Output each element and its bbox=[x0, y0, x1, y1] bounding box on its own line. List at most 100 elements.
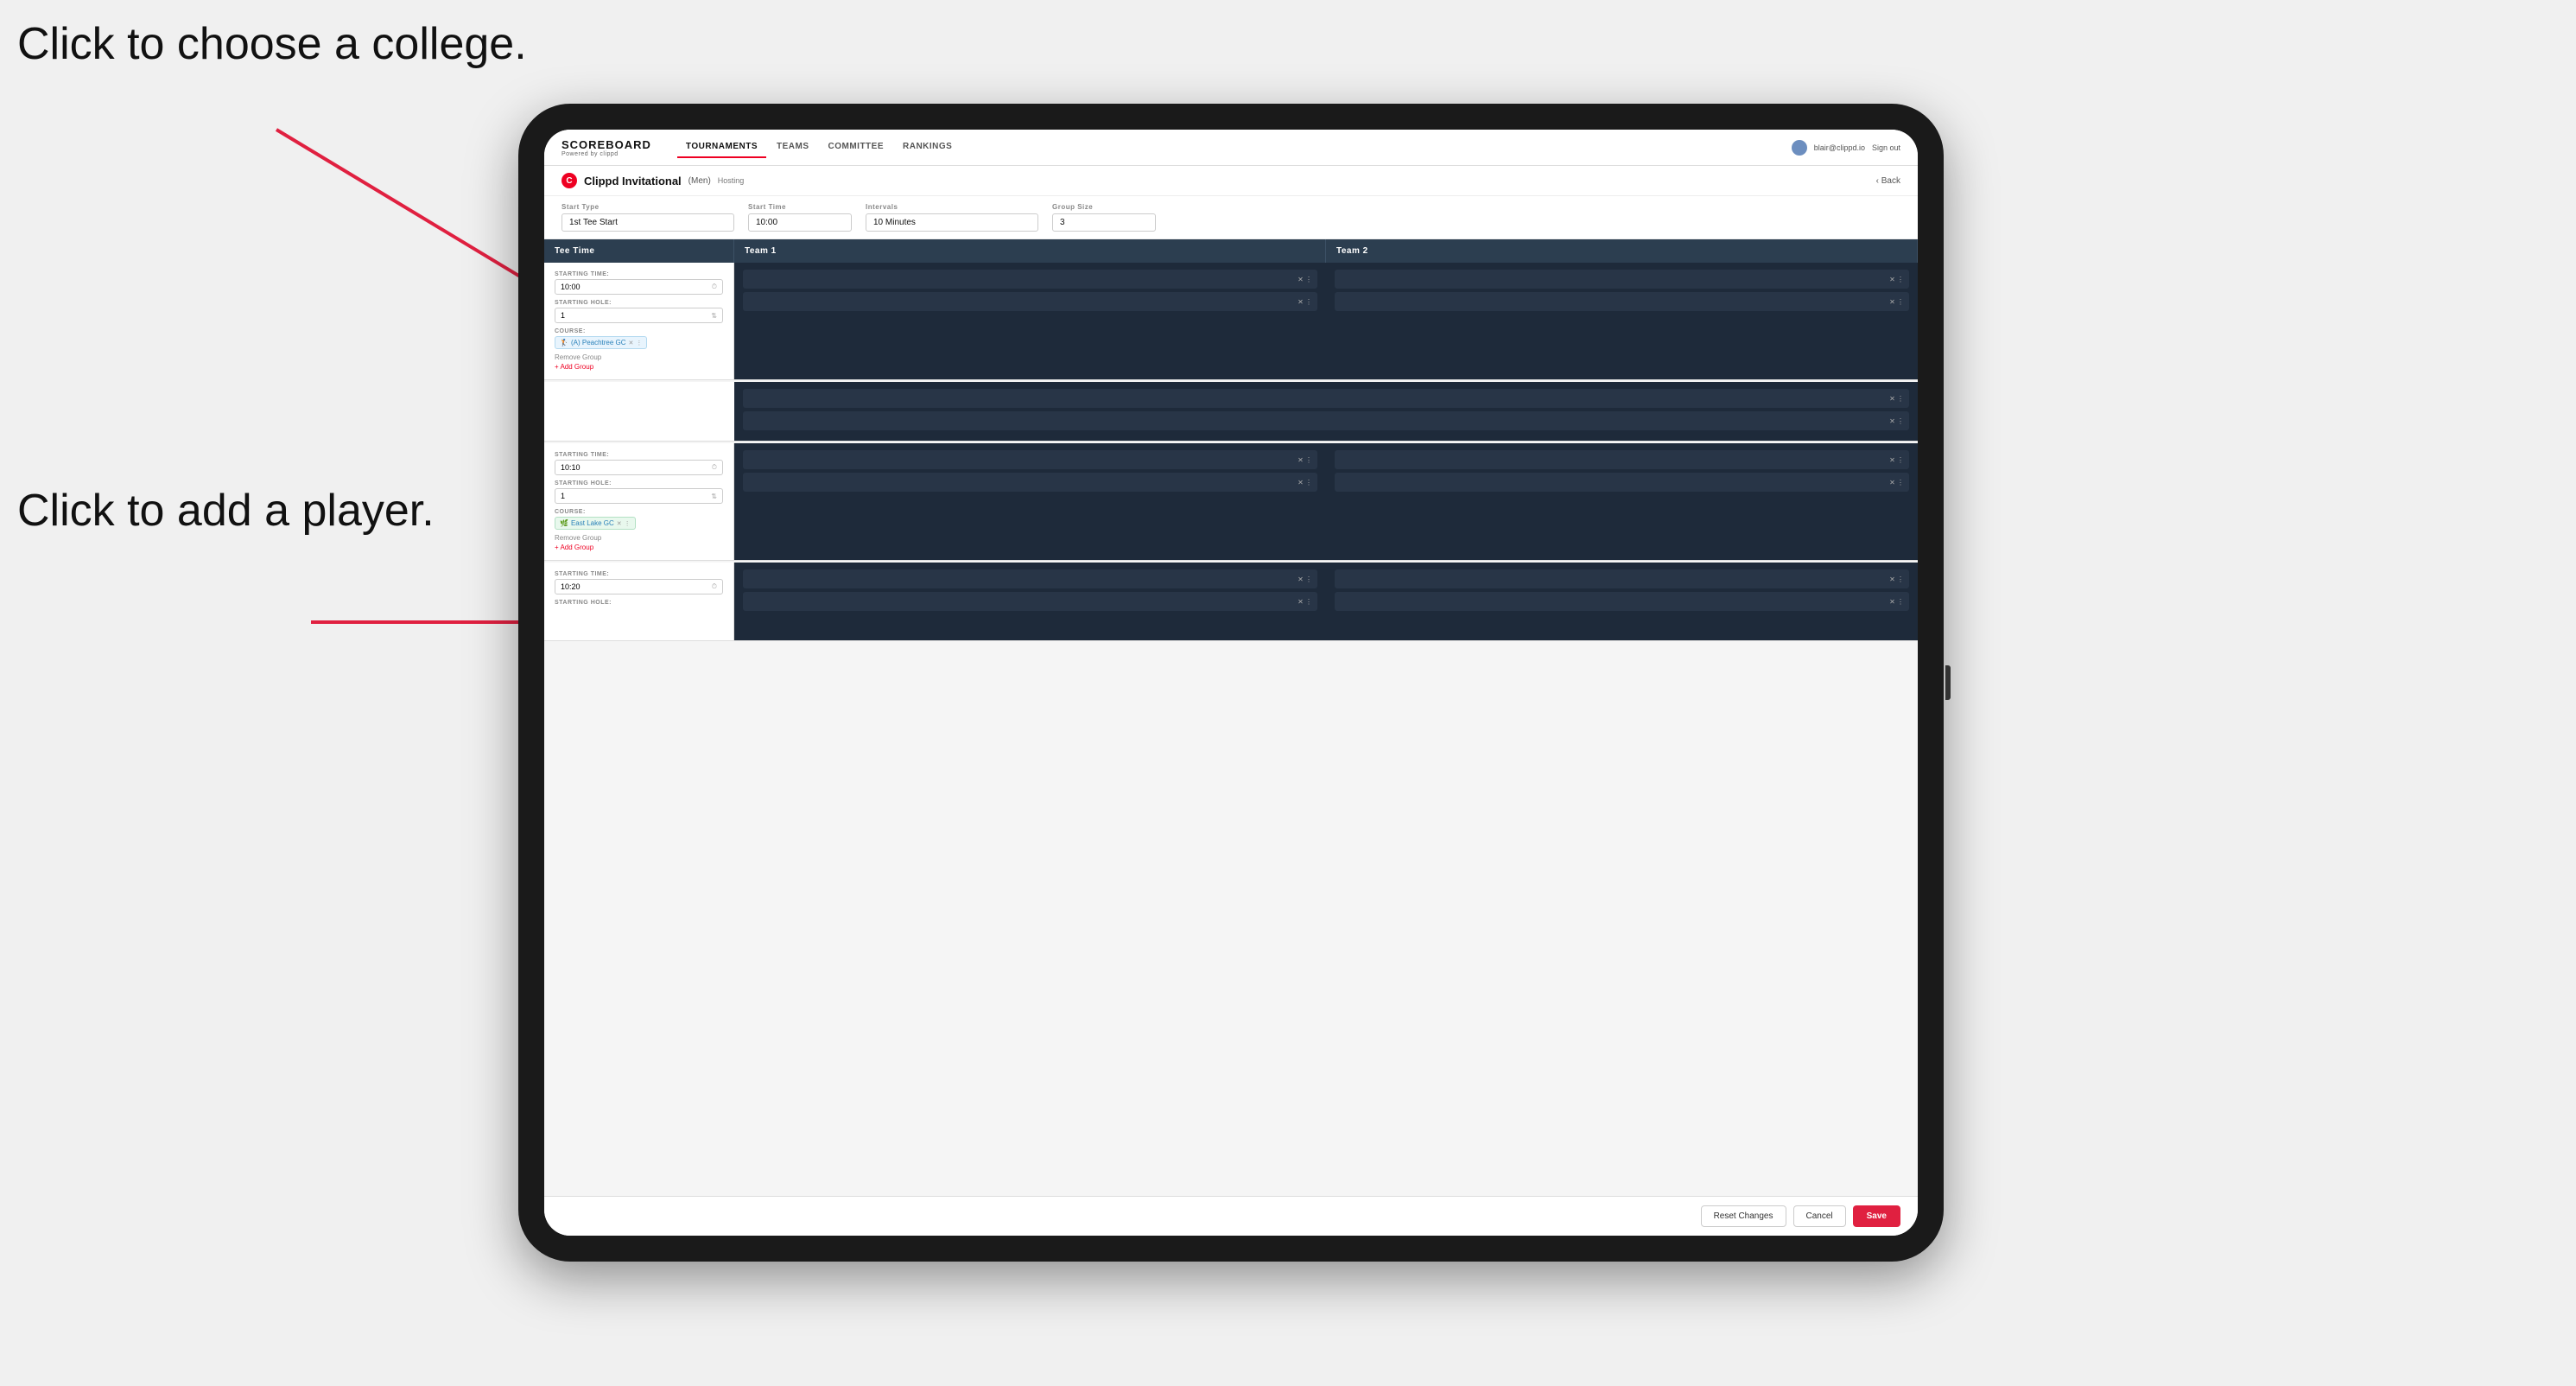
cancel-button[interactable]: Cancel bbox=[1793, 1205, 1846, 1227]
course-label-2: COURSE: bbox=[555, 509, 723, 515]
group-size-select[interactable]: 3 bbox=[1052, 213, 1156, 232]
user-email: blair@clippd.io bbox=[1814, 143, 1865, 152]
save-button[interactable]: Save bbox=[1853, 1205, 1900, 1227]
start-type-control: Start Type 1st Tee Start bbox=[562, 203, 734, 232]
team1-course-slot-b[interactable]: ✕ ⋮ bbox=[743, 411, 1909, 430]
team2-slot-1a[interactable]: ✕ ⋮ bbox=[1335, 270, 1909, 289]
team1-slot-1b[interactable]: ✕ ⋮ bbox=[743, 292, 1317, 311]
content-area[interactable]: STARTING TIME: 10:00 ⏱ STARTING HOLE: 1 … bbox=[544, 263, 1918, 1196]
slot2-x-1b: ✕ ⋮ bbox=[1889, 298, 1904, 306]
starting-hole-input-2[interactable]: 1 ⇅ bbox=[555, 488, 723, 504]
team1-slot-1a[interactable]: ✕ ⋮ bbox=[743, 270, 1317, 289]
hole-arrows-2: ⇅ bbox=[711, 493, 717, 500]
footer-bar: Reset Changes Cancel Save bbox=[544, 1196, 1918, 1236]
page-title: Clippd Invitational bbox=[584, 175, 682, 188]
controls-row: Start Type 1st Tee Start Start Time 10:0… bbox=[544, 196, 1918, 239]
team1-slot-2a[interactable]: ✕ ⋮ bbox=[743, 450, 1317, 469]
brand: SCOREBOARD Powered by clippd bbox=[562, 138, 651, 157]
add-group-1[interactable]: + Add Group bbox=[555, 363, 723, 371]
course-tag-container-1: 🏌 (A) Peachtree GC ✕ ⋮ bbox=[555, 336, 723, 349]
nav-tournaments[interactable]: TOURNAMENTS bbox=[677, 137, 766, 158]
course-tag-1[interactable]: 🏌 (A) Peachtree GC ✕ ⋮ bbox=[555, 336, 647, 349]
clock-icon-1: ⏱ bbox=[712, 283, 717, 291]
team2-panel-2: ✕ ⋮ ✕ ⋮ bbox=[1326, 443, 1918, 560]
brand-title: SCOREBOARD bbox=[562, 138, 651, 151]
starting-time-label-3: STARTING TIME: bbox=[555, 571, 723, 577]
nav-bar: SCOREBOARD Powered by clippd TOURNAMENTS… bbox=[544, 130, 1918, 166]
team1-panel-2: ✕ ⋮ ✕ ⋮ bbox=[734, 443, 1326, 560]
slot-x-1a: ✕ ⋮ bbox=[1298, 276, 1312, 283]
team1-course-row: ✕ ⋮ ✕ ⋮ bbox=[734, 382, 1918, 441]
course-edit-1[interactable]: ⋮ bbox=[636, 340, 642, 346]
team1-slot-3a[interactable]: ✕ ⋮ bbox=[743, 569, 1317, 588]
course-row-1: ✕ ⋮ ✕ ⋮ bbox=[544, 382, 1918, 442]
starting-hole-label-2: STARTING HOLE: bbox=[555, 480, 723, 486]
add-group-2[interactable]: + Add Group bbox=[555, 544, 723, 551]
col-team1: Team 1 bbox=[734, 239, 1326, 263]
course-tag-container-2: 🌿 East Lake GC ✕ ⋮ bbox=[555, 517, 723, 530]
user-avatar bbox=[1792, 140, 1807, 156]
start-time-select[interactable]: 10:00 bbox=[748, 213, 852, 232]
start-type-label: Start Type bbox=[562, 203, 734, 211]
annotation-choose-college: Click to choose a college. bbox=[17, 17, 527, 71]
intervals-control: Intervals 10 Minutes bbox=[866, 203, 1038, 232]
team1-panel-3: ✕ ⋮ ✕ ⋮ bbox=[734, 563, 1326, 640]
nav-committee[interactable]: COMMITTEE bbox=[820, 137, 893, 158]
remove-group-2[interactable]: Remove Group bbox=[555, 534, 723, 542]
col-tee-time: Tee Time bbox=[544, 239, 734, 263]
starting-time-input-3[interactable]: 10:20 ⏱ bbox=[555, 579, 723, 594]
schedule-header: Tee Time Team 1 Team 2 bbox=[544, 239, 1918, 263]
nav-teams[interactable]: TEAMS bbox=[768, 137, 818, 158]
tablet-side-button bbox=[1945, 665, 1951, 700]
course-tag-2[interactable]: 🌿 East Lake GC ✕ ⋮ bbox=[555, 517, 636, 530]
course-remove-1[interactable]: ✕ bbox=[629, 340, 634, 346]
team1-course-slot-a[interactable]: ✕ ⋮ bbox=[743, 389, 1909, 408]
schedule-row-3: STARTING TIME: 10:20 ⏱ STARTING HOLE: ✕ … bbox=[544, 563, 1918, 641]
course-label-1: COURSE: bbox=[555, 328, 723, 334]
starting-hole-input-1[interactable]: 1 ⇅ bbox=[555, 308, 723, 323]
starting-time-label-1: STARTING TIME: bbox=[555, 271, 723, 277]
nav-right: blair@clippd.io Sign out bbox=[1792, 140, 1900, 156]
tee-settings-2: STARTING TIME: 10:10 ⏱ STARTING HOLE: 1 … bbox=[544, 443, 734, 560]
schedule-row-2: STARTING TIME: 10:10 ⏱ STARTING HOLE: 1 … bbox=[544, 443, 1918, 561]
remove-group-1[interactable]: Remove Group bbox=[555, 353, 723, 361]
team2-slot-2a[interactable]: ✕ ⋮ bbox=[1335, 450, 1909, 469]
clippd-icon: C bbox=[562, 173, 577, 188]
team2-slot-1b[interactable]: ✕ ⋮ bbox=[1335, 292, 1909, 311]
start-time-control: Start Time 10:00 bbox=[748, 203, 852, 232]
brand-sub: Powered by clippd bbox=[562, 151, 651, 157]
course-remove-2[interactable]: ✕ bbox=[617, 520, 622, 527]
team1-slot-2b[interactable]: ✕ ⋮ bbox=[743, 473, 1317, 492]
page-title-row: C Clippd Invitational (Men) Hosting bbox=[562, 173, 744, 188]
clock-icon-3: ⏱ bbox=[712, 582, 717, 591]
team2-panel-3: ✕ ⋮ ✕ ⋮ bbox=[1326, 563, 1918, 640]
tee-settings-3: STARTING TIME: 10:20 ⏱ STARTING HOLE: bbox=[544, 563, 734, 640]
tablet-frame: SCOREBOARD Powered by clippd TOURNAMENTS… bbox=[518, 104, 1944, 1262]
page-header: C Clippd Invitational (Men) Hosting ‹ Ba… bbox=[544, 166, 1918, 196]
schedule-row-1: STARTING TIME: 10:00 ⏱ STARTING HOLE: 1 … bbox=[544, 263, 1918, 380]
slot-x-1b: ✕ ⋮ bbox=[1298, 298, 1312, 306]
hosting-badge: Hosting bbox=[718, 176, 745, 185]
team2-slot-2b[interactable]: ✕ ⋮ bbox=[1335, 473, 1909, 492]
starting-time-input-1[interactable]: 10:00 ⏱ bbox=[555, 279, 723, 295]
team2-slot-3a[interactable]: ✕ ⋮ bbox=[1335, 569, 1909, 588]
start-type-select[interactable]: 1st Tee Start bbox=[562, 213, 734, 232]
nav-links: TOURNAMENTS TEAMS COMMITTEE RANKINGS bbox=[677, 137, 1774, 158]
nav-rankings[interactable]: RANKINGS bbox=[894, 137, 961, 158]
back-button[interactable]: ‹ Back bbox=[1876, 176, 1900, 186]
team2-slot-3b[interactable]: ✕ ⋮ bbox=[1335, 592, 1909, 611]
tablet-screen: SCOREBOARD Powered by clippd TOURNAMENTS… bbox=[544, 130, 1918, 1236]
starting-hole-label-1: STARTING HOLE: bbox=[555, 300, 723, 306]
page-subtitle: (Men) bbox=[688, 176, 711, 186]
starting-time-label-2: STARTING TIME: bbox=[555, 452, 723, 458]
course-edit-2[interactable]: ⋮ bbox=[625, 520, 631, 527]
team2-panel-1: ✕ ⋮ ✕ ⋮ bbox=[1326, 263, 1918, 379]
intervals-label: Intervals bbox=[866, 203, 1038, 211]
course-tee-settings-sub bbox=[544, 382, 734, 441]
team1-slot-3b[interactable]: ✕ ⋮ bbox=[743, 592, 1317, 611]
intervals-select[interactable]: 10 Minutes bbox=[866, 213, 1038, 232]
starting-time-input-2[interactable]: 10:10 ⏱ bbox=[555, 460, 723, 475]
col-team2: Team 2 bbox=[1326, 239, 1918, 263]
reset-button[interactable]: Reset Changes bbox=[1701, 1205, 1786, 1227]
sign-out-link[interactable]: Sign out bbox=[1872, 143, 1900, 152]
